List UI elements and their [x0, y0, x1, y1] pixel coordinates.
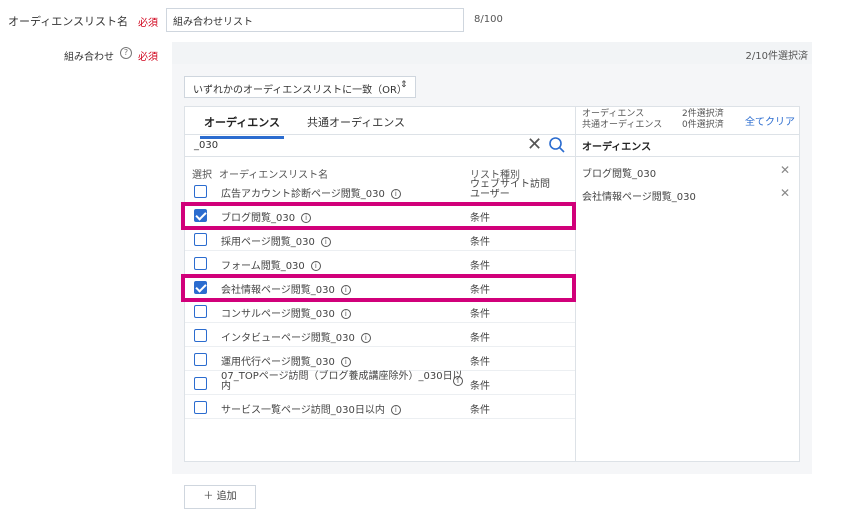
divider — [184, 134, 576, 135]
name-char-count: 8/100 — [474, 14, 503, 25]
row-checkbox[interactable] — [194, 401, 207, 414]
row-type: 条件 — [470, 381, 490, 392]
add-button[interactable]: ＋ 追加 — [184, 485, 256, 509]
info-icon[interactable]: i — [390, 405, 401, 415]
tab-shared-audience[interactable]: 共通オーディエンス — [303, 112, 409, 132]
table-row[interactable]: 広告アカウント診断ページ閲覧_030 i ウェブサイト訪問 ユーザー — [185, 180, 575, 203]
info-icon[interactable]: i — [320, 237, 331, 247]
highlight-box — [181, 202, 576, 230]
clear-all-link[interactable]: 全てクリア — [745, 113, 795, 128]
select-arrow-icon: ⇕ — [400, 80, 408, 90]
row-checkbox[interactable] — [194, 233, 207, 246]
row-name: フォーム閲覧_030 i — [221, 257, 321, 272]
summary-labels: オーディエンス 共通オーディエンス — [582, 109, 663, 130]
info-icon[interactable]: i — [340, 309, 351, 319]
row-type: ウェブサイト訪問 ユーザー — [470, 179, 550, 200]
highlight-box — [181, 274, 576, 302]
info-icon[interactable]: i — [360, 333, 371, 343]
search-icon[interactable] — [548, 136, 566, 154]
row-checkbox[interactable] — [194, 185, 207, 198]
row-type: 条件 — [470, 261, 490, 272]
selected-title: オーディエンス — [582, 142, 652, 153]
remove-icon[interactable]: ✕ — [780, 186, 790, 200]
match-mode-select[interactable]: いずれかのオーディエンスリストに一致（OR） — [184, 76, 416, 98]
row-checkbox[interactable] — [194, 353, 207, 366]
table-row[interactable]: 運用代行ページ閲覧_030 i 条件 — [185, 348, 575, 371]
row-type: 条件 — [470, 357, 490, 368]
combination-label: 組み合わせ — [64, 52, 114, 63]
table-row[interactable]: フォーム閲覧_030 i 条件 — [185, 252, 575, 275]
help-icon[interactable]: ? — [120, 47, 132, 59]
divider — [576, 156, 800, 157]
info-icon[interactable]: i — [310, 261, 321, 271]
selected-audience-pane — [576, 106, 800, 462]
row-name: 07_TOPページ訪問（ブログ養成講座除外）_030日以 内 — [221, 371, 463, 392]
required-badge: 必須 — [138, 18, 158, 29]
divider — [576, 134, 800, 135]
row-name: 採用ページ閲覧_030 i — [221, 233, 331, 248]
row-type: 条件 — [470, 309, 490, 320]
row-name: コンサルページ閲覧_030 i — [221, 305, 351, 320]
info-icon[interactable]: i — [453, 376, 463, 386]
row-name: 広告アカウント診断ページ閲覧_030 i — [221, 185, 401, 200]
required-badge: 必須 — [138, 52, 158, 63]
audience-list-name-input[interactable]: 組み合わせリスト — [166, 8, 464, 32]
table-row[interactable]: 07_TOPページ訪問（ブログ養成講座除外）_030日以 内 i 条件 — [185, 372, 575, 395]
info-icon[interactable]: i — [340, 357, 351, 367]
search-input[interactable]: _030 — [194, 140, 218, 151]
row-checkbox[interactable] — [194, 329, 207, 342]
row-checkbox[interactable] — [194, 257, 207, 270]
table-row[interactable]: サービス一覧ページ訪問_030日以内 i 条件 — [185, 396, 575, 419]
remove-icon[interactable]: ✕ — [780, 163, 790, 177]
audience-list-name-label: オーディエンスリスト名 — [8, 15, 129, 28]
row-name: サービス一覧ページ訪問_030日以内 i — [221, 401, 401, 416]
combination-header — [172, 42, 812, 64]
divider — [184, 156, 576, 157]
column-select: 選択 — [192, 170, 212, 181]
row-name: 運用代行ページ閲覧_030 i — [221, 353, 351, 368]
info-icon[interactable]: i — [390, 189, 401, 199]
row-type: 条件 — [470, 333, 490, 344]
table-row[interactable]: 採用ページ閲覧_030 i 条件 — [185, 228, 575, 251]
row-name: インタビューページ閲覧_030 i — [221, 329, 371, 344]
selected-item: 会社情報ページ閲覧_030 — [582, 192, 696, 203]
row-type: 条件 — [470, 237, 490, 248]
table-row[interactable]: インタビューページ閲覧_030 i 条件 — [185, 324, 575, 347]
row-checkbox[interactable] — [194, 305, 207, 318]
selected-item: ブログ閲覧_030 — [582, 169, 657, 180]
column-name: オーディエンスリスト名 — [219, 170, 329, 181]
selected-count: 2/10件選択済 — [745, 51, 808, 62]
table-row[interactable]: コンサルページ閲覧_030 i 条件 — [185, 300, 575, 323]
row-type: 条件 — [470, 405, 490, 416]
close-icon[interactable]: ✕ — [527, 134, 542, 155]
summary-counts: 2件選択済 0件選択済 — [682, 109, 724, 130]
row-checkbox[interactable] — [194, 377, 207, 390]
